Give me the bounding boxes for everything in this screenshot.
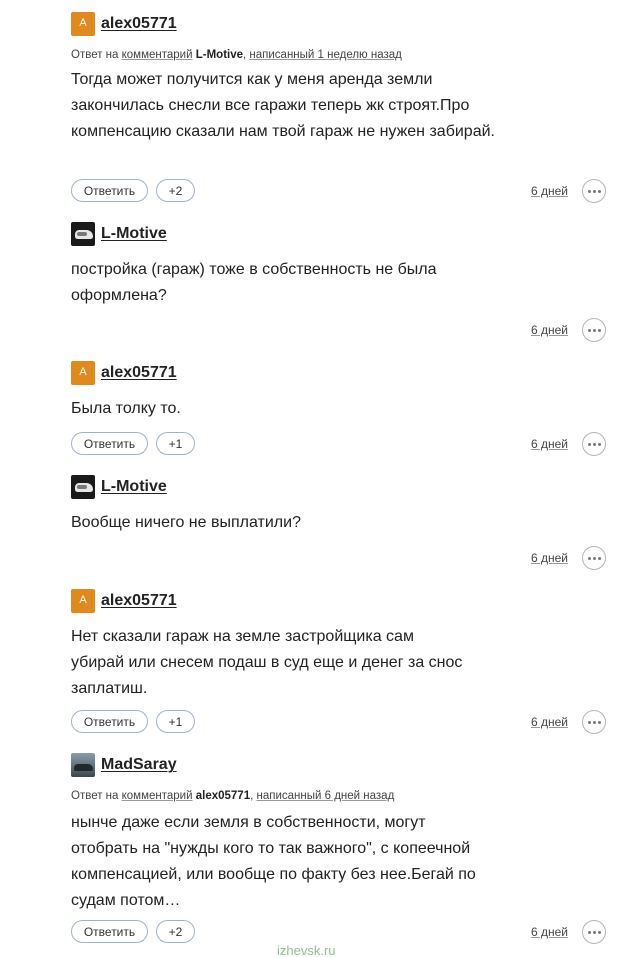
reply-comment-link[interactable]: комментарий xyxy=(122,790,193,802)
watermark: izhevsk.ru xyxy=(277,943,336,958)
comment-time[interactable]: 6 дней xyxy=(531,437,568,451)
comment-author[interactable]: L-Motive xyxy=(71,222,167,246)
more-options-icon[interactable] xyxy=(582,710,606,734)
comment-author[interactable]: L-Motive xyxy=(71,475,167,499)
reply-prefix: Ответ на xyxy=(71,49,119,61)
reply-date-link[interactable]: написанный 6 дней назад xyxy=(257,790,395,802)
comment-author[interactable]: A alex05771 xyxy=(71,589,177,613)
comment-author[interactable]: MadSaray xyxy=(71,753,177,777)
comment-author[interactable]: A alex05771 xyxy=(71,361,177,385)
avatar[interactable] xyxy=(71,753,95,777)
comment-text: Нет сказали гараж на земле застройщика с… xyxy=(71,628,463,697)
reply-button[interactable]: Ответить xyxy=(71,179,148,202)
reply-date-link[interactable]: написанный 1 неделю назад xyxy=(249,49,401,61)
more-options-icon[interactable] xyxy=(582,432,606,456)
author-name[interactable]: L-Motive xyxy=(101,225,167,243)
avatar[interactable]: A xyxy=(71,589,95,613)
comment-text: постройка (гараж) тоже в собственность н… xyxy=(71,261,437,304)
reply-author[interactable]: alex05771 xyxy=(196,790,250,802)
comment-text: Тогда может получится как у меня аренда … xyxy=(71,71,495,140)
avatar[interactable] xyxy=(71,222,95,246)
reply-comment-link[interactable]: комментарий xyxy=(122,49,193,61)
vote-button[interactable]: +1 xyxy=(156,432,195,455)
comment-text: нынче даже если земля в собственности, м… xyxy=(71,814,476,909)
comment-time[interactable]: 6 дней xyxy=(531,323,568,337)
comment-text: Вообще ничего не выплатили? xyxy=(71,514,301,531)
avatar[interactable]: A xyxy=(71,12,95,36)
author-name[interactable]: L-Motive xyxy=(101,478,167,496)
comment-time[interactable]: 6 дней xyxy=(531,551,568,565)
author-name[interactable]: MadSaray xyxy=(101,756,177,774)
comment-author[interactable]: A alex05771 xyxy=(71,12,177,36)
vote-button[interactable]: +2 xyxy=(156,179,195,202)
reply-button[interactable]: Ответить xyxy=(71,920,148,943)
more-options-icon[interactable] xyxy=(582,546,606,570)
reply-to-info: Ответ на комментарий alex05771, написанн… xyxy=(71,790,395,802)
comment-text: Была толку то. xyxy=(71,400,181,417)
comment-time[interactable]: 6 дней xyxy=(531,184,568,198)
author-name[interactable]: alex05771 xyxy=(101,592,177,610)
reply-author[interactable]: L-Motive xyxy=(196,49,243,61)
author-name[interactable]: alex05771 xyxy=(101,364,177,382)
vote-button[interactable]: +1 xyxy=(156,710,195,733)
reply-button[interactable]: Ответить xyxy=(71,710,148,733)
comment-time[interactable]: 6 дней xyxy=(531,925,568,939)
comment-time[interactable]: 6 дней xyxy=(531,715,568,729)
more-options-icon[interactable] xyxy=(582,920,606,944)
more-options-icon[interactable] xyxy=(582,318,606,342)
more-options-icon[interactable] xyxy=(582,179,606,203)
reply-prefix: Ответ на xyxy=(71,790,119,802)
reply-button[interactable]: Ответить xyxy=(71,432,148,455)
reply-to-info: Ответ на комментарий L-Motive, написанны… xyxy=(71,49,402,61)
avatar[interactable]: A xyxy=(71,361,95,385)
avatar[interactable] xyxy=(71,475,95,499)
author-name[interactable]: alex05771 xyxy=(101,15,177,33)
vote-button[interactable]: +2 xyxy=(156,920,195,943)
